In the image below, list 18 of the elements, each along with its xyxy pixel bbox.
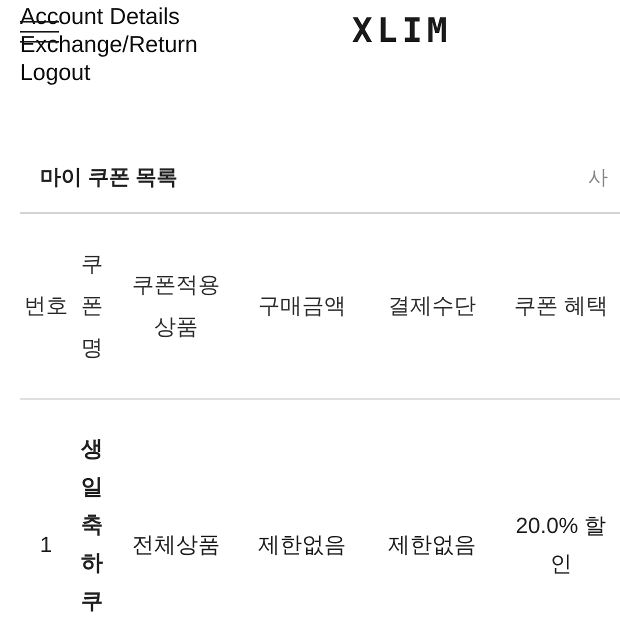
logo[interactable]: XLIM: [352, 14, 452, 48]
column-header: 쿠폰적용상품: [131, 271, 221, 341]
section-title: 마이 쿠폰 목록: [39, 165, 178, 191]
side-text: 사: [588, 166, 609, 191]
coupon-benefit: 20.0% 할인: [514, 512, 608, 578]
nav-link[interactable]: Exchange/Return: [20, 30, 198, 58]
column-header: 쿠폰명: [81, 250, 103, 362]
purchase-amount: 제한없음: [258, 531, 346, 559]
payment-method: 제한없음: [388, 531, 476, 559]
nav-link[interactable]: Logout: [20, 58, 90, 86]
column-header: 결제수단: [388, 292, 476, 320]
nav-link[interactable]: Account Details: [20, 2, 180, 30]
row-number: 1: [40, 531, 52, 559]
column-header: 구매금액: [258, 292, 346, 320]
column-header: 번호: [24, 292, 68, 320]
coupon-name: 생일축하쿠: [81, 435, 103, 615]
applicable-products: 전체상품: [132, 531, 220, 559]
column-header: 쿠폰 혜택: [514, 292, 608, 320]
